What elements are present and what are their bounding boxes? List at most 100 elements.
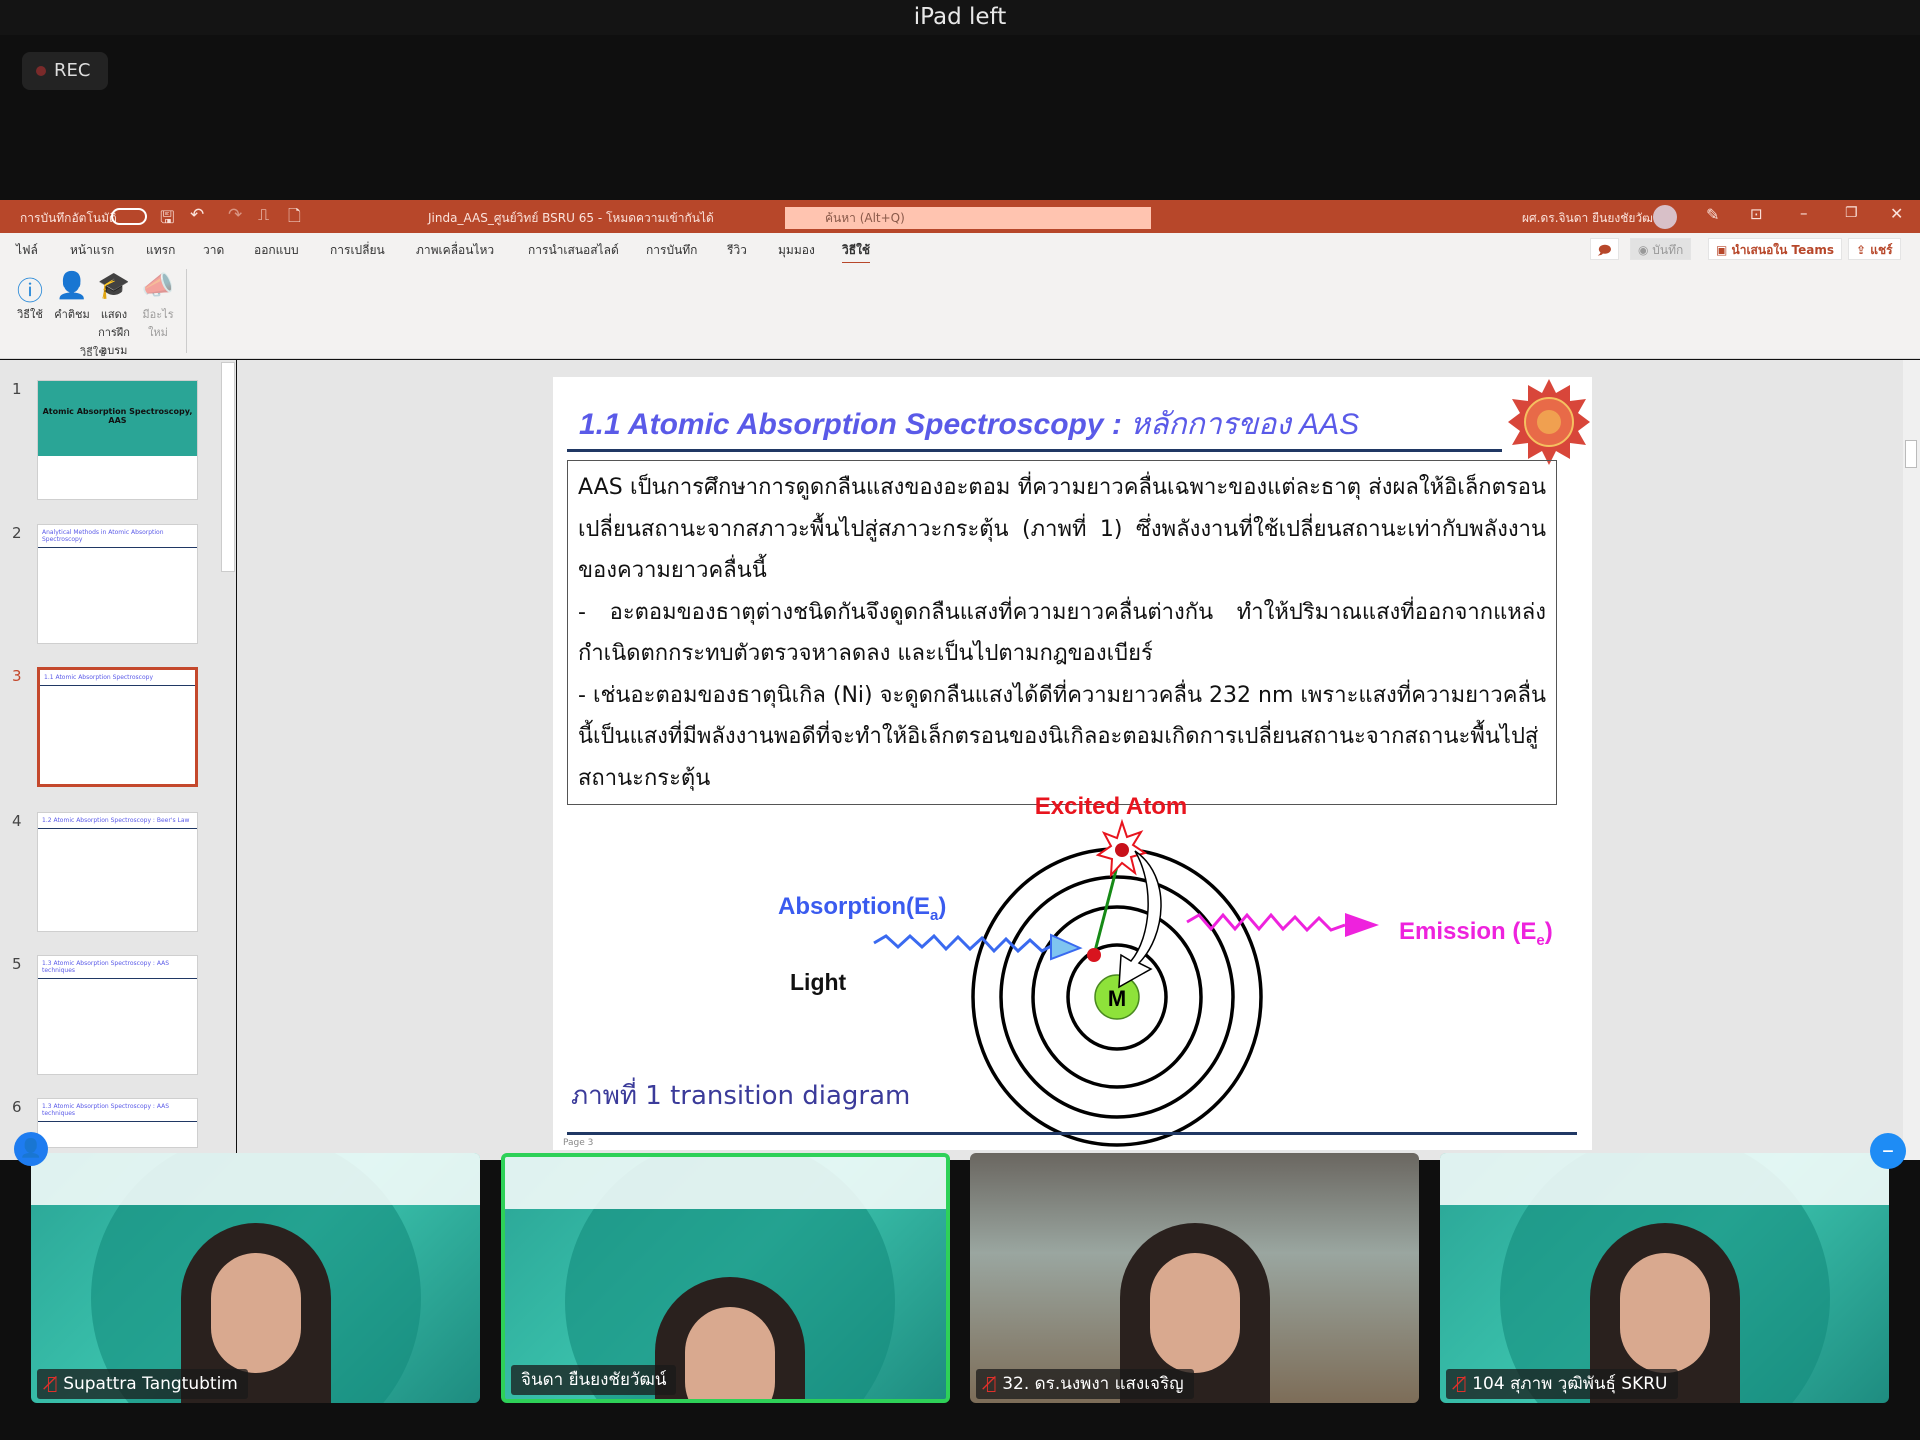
thumbnail-title: 1.2 Atomic Absorption Spectroscopy : Bee… [38,813,197,829]
tab-view[interactable]: มุมมอง [778,241,815,260]
thumbnail-scrollbar[interactable] [221,362,235,572]
document-title[interactable]: Jinda_AAS_ศูนย์วิทย์ BSRU 65 - โหมดความเ… [428,209,714,228]
thumbnail-title: Atomic Absorption Spectroscopy, AAS [38,381,197,456]
slide-thumbnail[interactable]: Atomic Absorption Spectroscopy, AAS [37,380,198,500]
new-file-icon[interactable]: 🗋 [288,205,301,232]
emission-label: Emission (Ee) [1399,918,1553,949]
absorption-wave [873,933,1054,954]
whats-new-label: มีอะไรใหม่ [142,308,174,339]
feedback-label: คำติชม [54,308,90,321]
slide-number: 6 [12,1098,22,1116]
help-button[interactable]: ⓘ วิธีใช้ [8,271,52,323]
participant-name-tag: 🎙̸ 104 สุภาพ วุฒิพันธุ์ SKRU [1446,1369,1678,1399]
search-input[interactable]: ค้นหา (Alt+Q) [785,207,1151,229]
editor-scrollbar[interactable] [1903,360,1920,1160]
page-label: Page 3 [563,1138,594,1148]
participant-name: จินดา ยืนยงชัยวัฒน์ [521,1370,667,1390]
slide-thumbnail[interactable]: Analytical Methods in Atomic Absorption … [37,524,198,644]
footer-rule [567,1132,1577,1135]
whats-new-icon: 📣 [141,271,175,301]
slide-number: 3 [12,667,22,685]
close-icon[interactable]: ✕ [1890,204,1903,223]
rec-label: REC [54,60,91,81]
avatar[interactable] [1653,205,1677,229]
participant-name-tag: 🎙̸ 32. ดร.นงพงา แสงเจริญ [976,1369,1194,1399]
tab-design[interactable]: ออกแบบ [254,241,299,260]
redo-icon[interactable]: ↷ [228,205,242,225]
slide-number: 5 [12,955,22,973]
slide-number: 4 [12,812,22,830]
thumbnail-title: 1.3 Atomic Absorption Spectroscopy : AAS… [38,956,197,979]
slide-number: 2 [12,524,22,542]
thumbnail-title: 1.3 Atomic Absorption Spectroscopy : AAS… [38,1099,197,1122]
present-teams-button[interactable]: ▣ นำเสนอใน Teams [1708,238,1843,260]
participant-video-tile[interactable]: จินดา ยืนยงชัยวัฒน์ [501,1153,950,1403]
save-icon[interactable]: 🖫 [160,205,174,234]
tab-insert[interactable]: แทรก [146,241,175,260]
share-label: แชร์ [1870,243,1893,257]
comments-button[interactable]: 🗩 [1590,238,1620,260]
device-title: iPad left [0,0,1920,35]
undo-icon[interactable]: ↶ [190,205,204,225]
thumbnail-title: Analytical Methods in Atomic Absorption … [38,525,197,548]
training-icon: 🎓 [97,271,131,301]
participant-name: Supattra Tangtubtim [63,1374,238,1394]
tab-file[interactable]: ไฟล์ [16,241,38,260]
ribbon: ⓘ วิธีใช้ 👤 คำติชม 🎓 แสดงการฝึกอบรม 📣 มีอะไร… [0,263,1920,359]
person-icon: 👤 [19,1138,43,1159]
emission-arrowhead [1345,913,1379,937]
tab-home[interactable]: หน้าแรก [70,241,114,260]
tab-help[interactable]: วิธีใช้ [842,241,871,265]
ribbon-display-icon[interactable]: ⊡ [1750,205,1763,223]
virtual-background-banner [31,1153,480,1205]
autosave-label: การบันทึกอัตโนมัติ [20,211,117,225]
tab-record[interactable]: การบันทึก [646,241,697,260]
tab-animations[interactable]: ภาพเคลื่อนไหว [416,241,494,260]
present-icon[interactable]: ⎍ [258,205,269,225]
record-dot-icon [36,66,46,76]
user-name[interactable]: ผศ.ดร.จินดา ยืนยงชัยวัฒน์ [1522,209,1661,228]
rec-indicator: REC [22,52,108,90]
emission-wave [1186,912,1346,933]
feedback-button[interactable]: 👤 คำติชม [50,271,94,323]
current-slide[interactable]: 1.1 Atomic Absorption Spectroscopy : หลั… [553,377,1592,1150]
present-teams-label: นำเสนอใน Teams [1731,243,1835,257]
ground-electron [1087,948,1101,962]
virtual-background-banner [505,1157,946,1209]
tab-review[interactable]: รีวิว [727,241,747,260]
figure-caption: ภาพที่ 1 transition diagram [571,1081,911,1111]
participant-name: 32. ดร.นงพงา แสงเจริญ [1002,1374,1184,1394]
record-button[interactable]: ◉ บันทึก [1630,238,1692,260]
restore-icon[interactable]: ❐ [1845,205,1858,221]
minus-icon: – [1882,1136,1894,1164]
slide-thumbnail[interactable]: 1.3 Atomic Absorption Spectroscopy : AAS… [37,1098,198,1148]
participant-name-tag: 🎙̸ Supattra Tangtubtim [37,1369,248,1399]
mic-muted-icon: 🎙̸ [986,1374,997,1394]
slide-thumbnail[interactable]: 1.3 Atomic Absorption Spectroscopy : AAS… [37,955,198,1075]
participant-video-tile[interactable]: 🎙̸ Supattra Tangtubtim [31,1153,480,1403]
light-label: Light [790,969,847,995]
pen-icon[interactable]: ✎ [1706,205,1719,224]
participant-video-tile[interactable]: 🎙̸ 104 สุภาพ วุฒิพันธุ์ SKRU [1440,1153,1889,1403]
participant-video-tile[interactable]: 🎙̸ 32. ดร.นงพงา แสงเจริญ [970,1153,1419,1403]
thumbnail-title: 1.1 Atomic Absorption Spectroscopy [40,670,195,686]
help-label: วิธีใช้ [17,308,43,321]
tab-slideshow[interactable]: การนำเสนอสไลด์ [528,241,619,260]
nucleus-label: M [1108,986,1126,1011]
help-icon: ⓘ [16,277,43,307]
slide-number: 1 [12,380,22,398]
share-button[interactable]: ⇪ แชร์ [1848,238,1901,260]
collapse-videos-button[interactable]: – [1870,1133,1906,1169]
slide-thumbnail[interactable]: 1.1 Atomic Absorption Spectroscopy [37,667,198,787]
absorption-arrowhead [1050,933,1083,961]
record-label: บันทึก [1652,243,1684,257]
excited-electron [1115,843,1129,857]
minimize-icon[interactable]: – [1800,204,1808,222]
tab-draw[interactable]: วาด [203,241,224,260]
tab-transitions[interactable]: การเปลี่ยน [330,241,385,260]
whats-new-button[interactable]: 📣 มีอะไรใหม่ [136,271,180,341]
slide-thumbnail[interactable]: 1.2 Atomic Absorption Spectroscopy : Bee… [37,812,198,932]
autosave-toggle[interactable] [111,208,147,225]
participant-name: 104 สุภาพ วุฒิพันธุ์ SKRU [1472,1374,1668,1394]
participant-view-button[interactable]: 👤 [14,1132,48,1166]
